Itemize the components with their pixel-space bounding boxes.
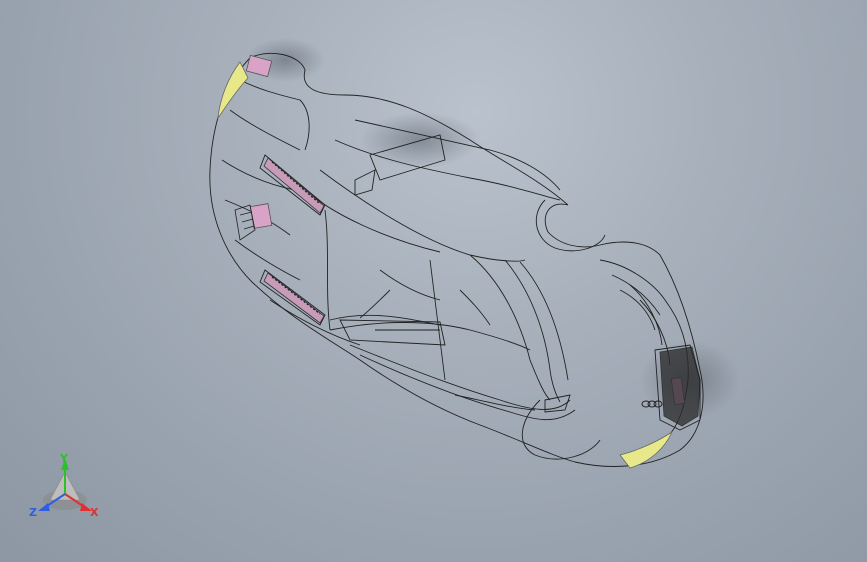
triad-z-label: Z — [29, 506, 37, 519]
triad-y-label: Y — [59, 452, 69, 465]
triad-x-label: X — [90, 506, 99, 519]
graphics-viewport[interactable]: Y X Z — [0, 0, 867, 562]
triad-z-arrow — [38, 503, 50, 511]
reference-triad: Y X Z — [29, 452, 99, 519]
